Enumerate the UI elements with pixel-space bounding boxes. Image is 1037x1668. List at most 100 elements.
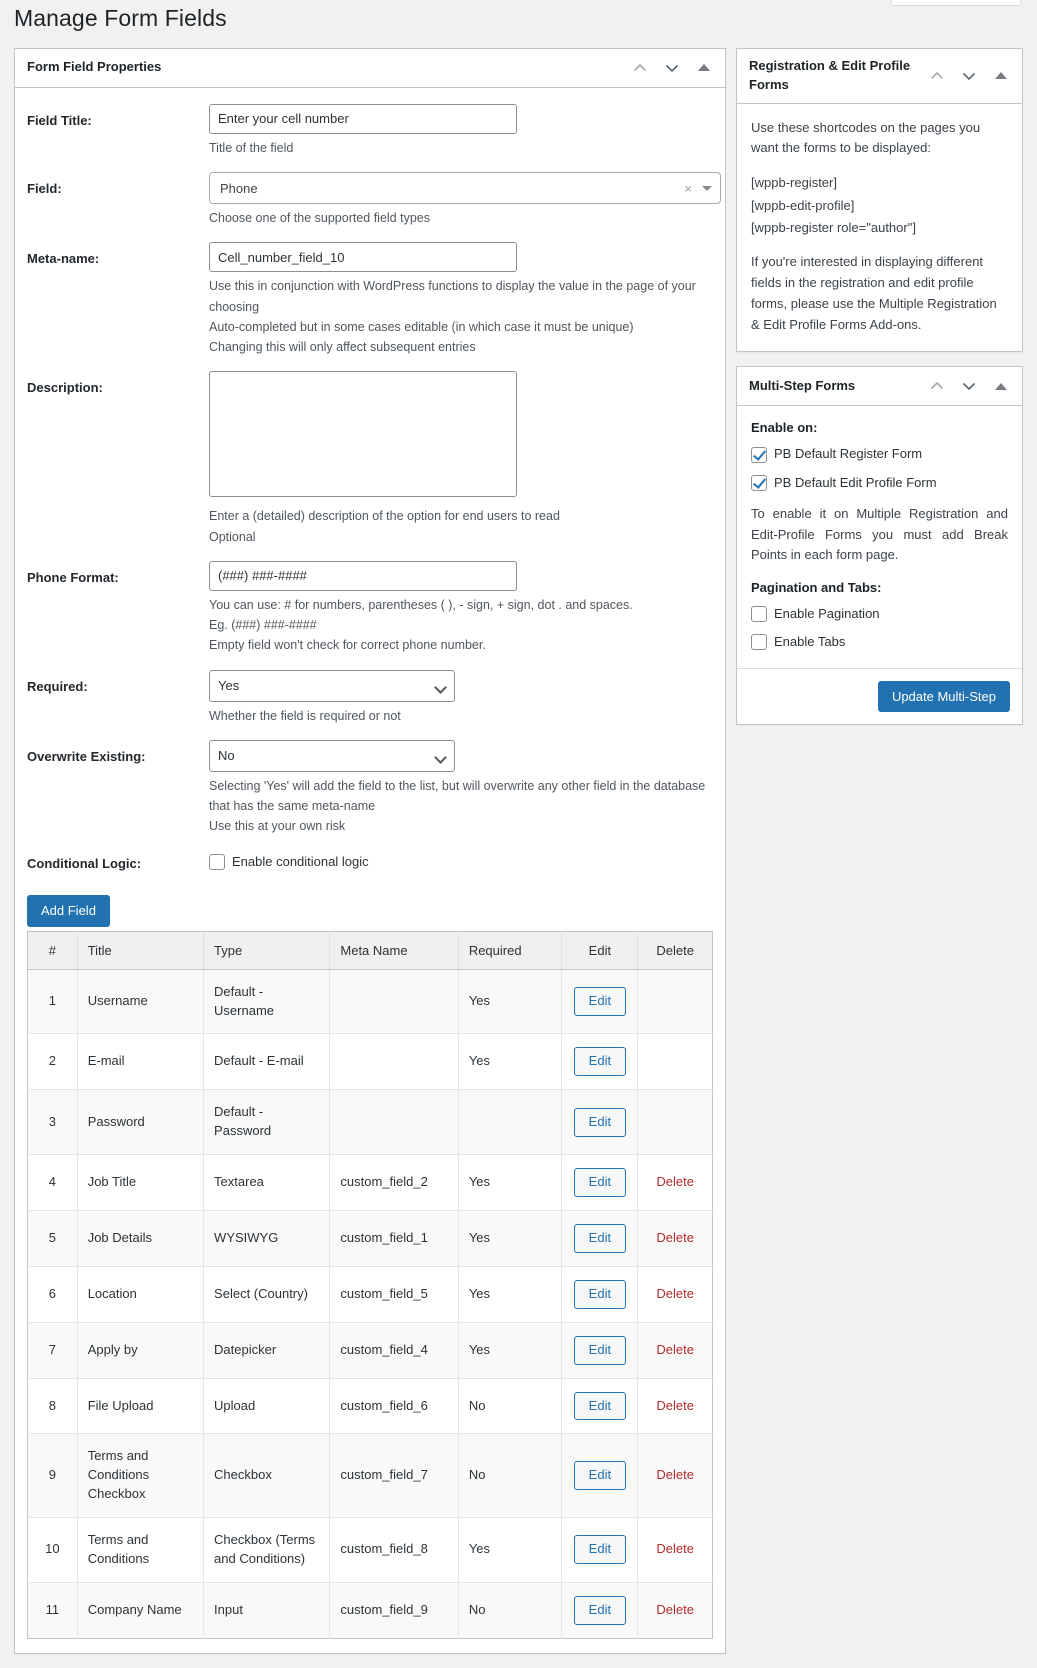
move-up-icon[interactable]	[629, 57, 651, 79]
page-title: Manage Form Fields	[14, 5, 227, 31]
panel-handle-actions	[629, 57, 715, 79]
move-up-icon[interactable]	[926, 375, 948, 397]
pb-default-edit-profile-form-label[interactable]: PB Default Edit Profile Form	[774, 474, 937, 492]
edit-button[interactable]: Edit	[573, 1335, 627, 1365]
toggle-panel-icon[interactable]	[990, 65, 1012, 87]
table-row: 2 E-mail Default - E-mail Yes Edit	[27, 1033, 713, 1091]
edit-button[interactable]: Edit	[573, 1223, 627, 1253]
phone-format-label: Phone Format:	[27, 569, 119, 585]
edit-button[interactable]: Edit	[573, 1279, 627, 1309]
meta-name-label: Meta-name:	[27, 251, 100, 267]
cell-meta-name: custom_field_9	[329, 1582, 459, 1639]
edit-button[interactable]: Edit	[573, 1461, 627, 1491]
overwrite-existing-select[interactable]: No	[209, 739, 455, 772]
multistep-forms-body: Enable on: PB Default Register Form PB D…	[737, 406, 1022, 667]
add-field-button[interactable]: Add Field	[27, 895, 110, 927]
table-row: 7 Apply by Datepicker custom_field_4 Yes Edit…	[27, 1322, 713, 1379]
delete-link[interactable]: Delete	[656, 1230, 694, 1245]
enable-tabs-label[interactable]: Enable Tabs	[774, 633, 845, 651]
update-multi-step-button[interactable]: Update Multi-Step	[877, 680, 1010, 713]
cell-title: Password	[77, 1089, 205, 1155]
cell-number: 8	[27, 1378, 78, 1435]
th-title: Title	[77, 931, 205, 970]
cell-edit: Edit	[561, 1154, 639, 1211]
enable-register-form-row: PB Default Register Form	[751, 445, 1008, 463]
delete-link[interactable]: Delete	[656, 1602, 694, 1617]
move-down-icon[interactable]	[661, 57, 683, 79]
enable-pagination-label[interactable]: Enable Pagination	[774, 605, 880, 623]
toggle-panel-icon[interactable]	[693, 57, 715, 79]
registration-handle-actions	[926, 65, 1012, 87]
delete-link[interactable]: Delete	[656, 1342, 694, 1357]
table-row: 6 Location Select (Country) custom_field_5 Y…	[27, 1266, 713, 1323]
clear-icon[interactable]: ×	[684, 181, 692, 196]
cell-required: No	[458, 1433, 563, 1518]
required-hint: Whether the field is required or not	[209, 708, 401, 723]
cell-required: Yes	[458, 969, 563, 1035]
edit-button[interactable]: Edit	[573, 1595, 627, 1625]
th-type: Type	[203, 931, 331, 970]
cell-type: Select (Country)	[203, 1266, 331, 1323]
enable-tabs-checkbox[interactable]	[751, 634, 767, 651]
description-hint-2: Optional	[209, 529, 256, 544]
fields-table-header-row: # Title Type Meta Name Required Edit Del…	[27, 931, 713, 970]
toggle-panel-icon[interactable]	[990, 375, 1012, 397]
cell-delete: Delete	[637, 1154, 713, 1211]
delete-link[interactable]: Delete	[656, 1467, 694, 1482]
move-up-icon[interactable]	[926, 65, 948, 87]
cell-required: Yes	[458, 1210, 563, 1267]
overwrite-existing-hint-1: Selecting 'Yes' will add the field to th…	[209, 778, 706, 814]
form-field-properties-header: Form Field Properties	[15, 49, 725, 88]
cell-meta-name: custom_field_2	[329, 1154, 459, 1211]
th-required: Required	[458, 931, 563, 970]
edit-button[interactable]: Edit	[573, 987, 627, 1017]
cell-meta-name: custom_field_4	[329, 1322, 459, 1379]
field-type-select[interactable]: Phone ×	[209, 172, 721, 205]
field-type-label: Field:	[27, 181, 62, 197]
edit-button[interactable]: Edit	[573, 1107, 627, 1137]
multistep-forms-header: Multi-Step Forms	[737, 367, 1022, 407]
cell-title: Username	[77, 969, 205, 1035]
cell-number: 5	[27, 1210, 78, 1267]
pb-default-register-form-checkbox[interactable]	[751, 446, 767, 463]
th-delete: Delete	[637, 931, 713, 970]
chevron-down-icon	[702, 185, 712, 191]
delete-link[interactable]: Delete	[656, 1398, 694, 1413]
enable-pagination-checkbox[interactable]	[751, 606, 767, 623]
meta-name-input[interactable]	[209, 242, 517, 273]
meta-name-hint-3: Changing this will only affect subsequen…	[209, 340, 476, 355]
pb-default-register-form-label[interactable]: PB Default Register Form	[774, 445, 922, 463]
cell-delete: Delete	[637, 1582, 713, 1639]
phone-format-input[interactable]	[209, 560, 517, 591]
edit-button[interactable]: Edit	[573, 1047, 627, 1077]
cell-title: Job Details	[77, 1210, 205, 1267]
delete-link[interactable]: Delete	[656, 1541, 694, 1556]
cell-number: 3	[27, 1089, 78, 1155]
edit-button[interactable]: Edit	[573, 1535, 627, 1565]
registration-intro: Use these shortcodes on the pages you wa…	[751, 119, 981, 156]
move-down-icon[interactable]	[958, 65, 980, 87]
enable-tabs-row: Enable Tabs	[751, 633, 1008, 651]
delete-link[interactable]: Delete	[656, 1286, 694, 1301]
required-select[interactable]: Yes	[209, 669, 455, 702]
cell-type: Default - Password	[203, 1089, 331, 1155]
registration-forms-panel: Registration & Edit Profile Forms Use th…	[736, 47, 1023, 353]
delete-link[interactable]: Delete	[656, 1174, 694, 1189]
cell-type: Default - Username	[203, 969, 331, 1035]
row-required: Required: Yes Whether the field is requi…	[27, 669, 713, 726]
top-clipped-control[interactable]	[891, 0, 1021, 6]
edit-button[interactable]: Edit	[573, 1168, 627, 1197]
cell-number: 11	[27, 1582, 78, 1639]
move-down-icon[interactable]	[958, 375, 980, 397]
cell-title: Location	[77, 1266, 205, 1323]
field-title-input[interactable]	[209, 103, 517, 134]
cell-delete: Delete	[637, 1210, 713, 1267]
conditional-logic-checkbox-label[interactable]: Enable conditional logic	[232, 853, 369, 871]
description-textarea[interactable]	[209, 371, 517, 498]
pb-default-edit-profile-form-checkbox[interactable]	[751, 474, 767, 491]
edit-button[interactable]: Edit	[573, 1391, 627, 1421]
conditional-logic-checkbox[interactable]	[209, 853, 225, 870]
table-row: 10 Terms and Conditions Checkbox (Terms an…	[27, 1517, 713, 1583]
fields-table-body: 1 Username Default - Username Yes Edit 2 E-mai…	[27, 969, 713, 1639]
th-edit: Edit	[561, 931, 639, 970]
